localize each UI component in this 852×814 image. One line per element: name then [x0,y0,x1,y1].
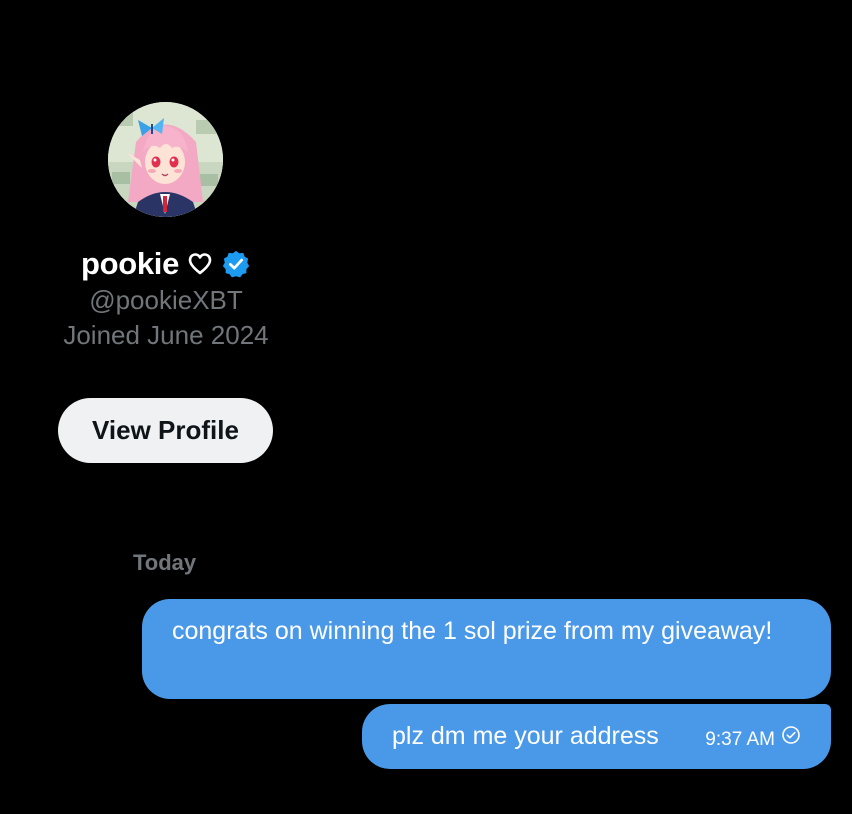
profile-handle: @pookieXBT [89,285,243,315]
message-meta: 9:37 AM [705,722,801,757]
verified-badge-icon[interactable] [221,249,251,279]
message-bubble[interactable]: plz dm me your address 9:37 AM [362,704,831,769]
view-profile-button[interactable]: View Profile [58,398,273,463]
name-row: pookie [0,246,332,282]
message-timestamp: 9:37 AM [705,729,775,750]
day-divider: Today [133,550,197,575]
avatar[interactable] [108,102,223,217]
heart-outline-icon [187,252,213,276]
profile-card: pookie @pookieXBT Joined June 2024 View … [0,0,332,480]
avatar-illustration [108,102,223,217]
joined-date: Joined June 2024 [63,320,269,350]
message-text: plz dm me your address [392,722,659,750]
message-bubble[interactable]: congrats on winning the 1 sol prize from… [142,599,831,699]
display-name: pookie [80,246,180,281]
sent-check-icon [781,722,801,757]
message-text: congrats on winning the 1 sol prize from… [172,617,773,645]
